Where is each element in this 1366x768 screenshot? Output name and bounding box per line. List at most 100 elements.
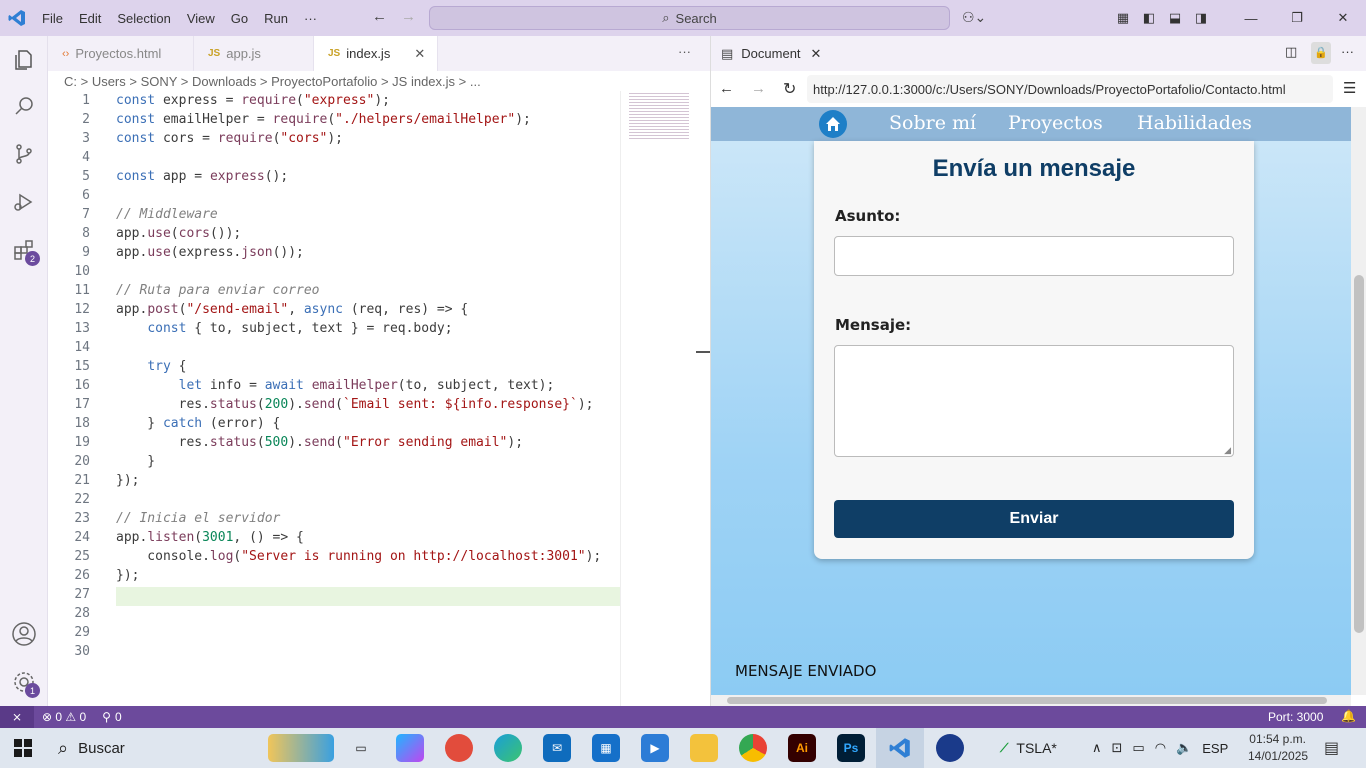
illustrator-icon[interactable]: Ai	[788, 734, 816, 762]
code-line[interactable]	[116, 587, 620, 606]
volume-icon[interactable]: 🔈	[1176, 740, 1192, 756]
code-line[interactable]: const emailHelper = require("./helpers/e…	[116, 112, 531, 127]
lock-icon[interactable]: 🔒	[1311, 42, 1331, 64]
settings-gear-icon[interactable]: 1	[0, 662, 48, 702]
code-line[interactable]: } catch (error) {	[116, 416, 280, 431]
run-debug-icon[interactable]	[0, 182, 48, 222]
browser-forward-icon[interactable]: →	[751, 80, 766, 97]
edge-icon[interactable]	[494, 734, 522, 762]
remote-icon[interactable]: ⨯	[0, 706, 34, 728]
chrome-icon[interactable]	[739, 734, 767, 762]
stock-widget[interactable]: ⟋ TSLA*	[1000, 728, 1057, 768]
layout-customize-icon[interactable]: ▦	[1110, 0, 1136, 36]
close-browser-tab-icon[interactable]: ✕	[811, 46, 822, 62]
code-line[interactable]: try {	[116, 359, 186, 374]
browser-horizontal-scrollbar[interactable]	[711, 695, 1351, 706]
code-line[interactable]: app.post("/send-email", async (req, res)…	[116, 302, 468, 317]
ports-count[interactable]: 0	[115, 710, 122, 724]
menu-edit[interactable]: Edit	[71, 11, 109, 26]
code-line[interactable]: });	[116, 568, 139, 583]
code-line[interactable]: res.status(200).send(`Email sent: ${info…	[116, 397, 594, 412]
send-button[interactable]: Enviar	[834, 500, 1234, 538]
wifi-icon[interactable]: ◠	[1155, 740, 1166, 756]
split-editor-icon[interactable]: ◫	[1285, 44, 1297, 60]
clock[interactable]: 01:54 p.m. 14/01/2025	[1248, 731, 1308, 765]
system-tray[interactable]: ∧ ⊡ ▭ ◠ 🔈 ESP	[1092, 728, 1228, 768]
code-line[interactable]: // Middleware	[116, 207, 218, 222]
tab-app-js[interactable]: JS app.js	[194, 36, 314, 71]
code-line[interactable]: // Inicia el servidor	[116, 511, 280, 526]
nav-habilidades[interactable]: Habilidades	[1137, 112, 1252, 134]
subject-input[interactable]	[834, 236, 1234, 276]
browser-back-icon[interactable]: ←	[719, 80, 734, 97]
tab-proyectos-html[interactable]: ‹› Proyectos.html	[48, 36, 194, 71]
nav-proyectos[interactable]: Proyectos	[1008, 112, 1103, 134]
forward-arrow-icon[interactable]: →	[401, 8, 416, 25]
language-label[interactable]: ESP	[1202, 741, 1228, 756]
menu-view[interactable]: View	[179, 11, 223, 26]
resize-handle-icon[interactable]: ◢	[1224, 445, 1231, 456]
media-player-icon[interactable]: ▶	[641, 734, 669, 762]
home-icon[interactable]	[819, 110, 847, 138]
toggle-secondary-sidebar-icon[interactable]: ◨	[1188, 0, 1214, 36]
code-line[interactable]: const express = require("express");	[116, 93, 390, 108]
notification-center-icon[interactable]: ▤	[1324, 738, 1339, 758]
browser-scrollbar[interactable]	[1351, 107, 1366, 695]
close-window-icon[interactable]: ✕	[1320, 0, 1366, 36]
more-actions-icon[interactable]: ···	[678, 44, 691, 59]
start-icon[interactable]	[14, 739, 32, 757]
close-tab-icon[interactable]: ✕	[414, 46, 425, 62]
breadcrumb[interactable]: C: > Users > SONY > Downloads > Proyecto…	[48, 71, 620, 91]
extensions-icon[interactable]: 2	[0, 230, 48, 270]
browser-tab-title[interactable]: Document	[741, 46, 800, 61]
code-line[interactable]: app.use(express.json());	[116, 245, 304, 260]
back-arrow-icon[interactable]: ←	[372, 8, 387, 25]
more-actions-icon[interactable]: ···	[1341, 44, 1354, 59]
search-view-icon[interactable]	[0, 86, 48, 126]
chevron-up-icon[interactable]: ∧	[1092, 740, 1102, 756]
photo-app-icon[interactable]	[445, 734, 473, 762]
search-highlight-icon[interactable]	[268, 734, 334, 762]
file-explorer-icon[interactable]	[690, 734, 718, 762]
problems-status[interactable]: ⊗ 0 ⚠ 0	[42, 710, 86, 724]
browser-menu-icon[interactable]: ☰	[1343, 79, 1356, 97]
account-icon[interactable]	[0, 614, 48, 654]
menu-run[interactable]: Run	[256, 11, 296, 26]
photoshop-icon[interactable]: Ps	[837, 734, 865, 762]
menu-file[interactable]: File	[34, 11, 71, 26]
copilot-icon[interactable]: ⚇⌄	[962, 9, 986, 26]
code-line[interactable]: }	[116, 454, 155, 469]
port-status[interactable]: Port: 3000	[1268, 710, 1323, 724]
menu-more[interactable]: ···	[296, 11, 325, 26]
reload-icon[interactable]: ↻	[783, 79, 796, 99]
editor-scrollbar[interactable]	[696, 71, 710, 706]
code-editor[interactable]: 1 const express = require("express"); 2 con…	[48, 91, 620, 706]
minimap[interactable]	[620, 91, 696, 706]
app-circle-icon[interactable]	[936, 734, 964, 762]
nav-sobre-mi[interactable]: Sobre mí	[889, 112, 976, 134]
taskbar-search[interactable]: ⌕ Buscar	[48, 728, 238, 768]
code-line[interactable]: app.listen(3001, () => {	[116, 530, 304, 545]
vscode-taskbar-icon[interactable]	[876, 728, 924, 768]
notifications-icon[interactable]: 🔔	[1341, 709, 1356, 723]
tab-index-js[interactable]: JS index.js ✕	[314, 36, 438, 71]
toggle-primary-sidebar-icon[interactable]: ◧	[1136, 0, 1162, 36]
tray-app-icon[interactable]: ⊡	[1112, 740, 1123, 756]
command-search[interactable]: ⌕ Search	[429, 6, 950, 30]
code-line[interactable]: res.status(500).send("Error sending emai…	[116, 435, 523, 450]
copilot-app-icon[interactable]	[396, 734, 424, 762]
code-line[interactable]: });	[116, 473, 139, 488]
code-line[interactable]: app.use(cors());	[116, 226, 241, 241]
menu-selection[interactable]: Selection	[109, 11, 178, 26]
menu-go[interactable]: Go	[223, 11, 256, 26]
restore-icon[interactable]: ❐	[1274, 0, 1320, 36]
code-line[interactable]: const cors = require("cors");	[116, 131, 343, 146]
explorer-icon[interactable]	[0, 40, 48, 80]
code-line[interactable]: // Ruta para enviar correo	[116, 283, 320, 298]
source-control-icon[interactable]	[0, 134, 48, 174]
message-textarea[interactable]: ◢	[834, 345, 1234, 457]
code-line[interactable]: const { to, subject, text } = req.body;	[116, 321, 452, 336]
mail-icon[interactable]: ✉	[543, 734, 571, 762]
battery-icon[interactable]: ▭	[1132, 740, 1144, 756]
code-line[interactable]: const app = express();	[116, 169, 288, 184]
